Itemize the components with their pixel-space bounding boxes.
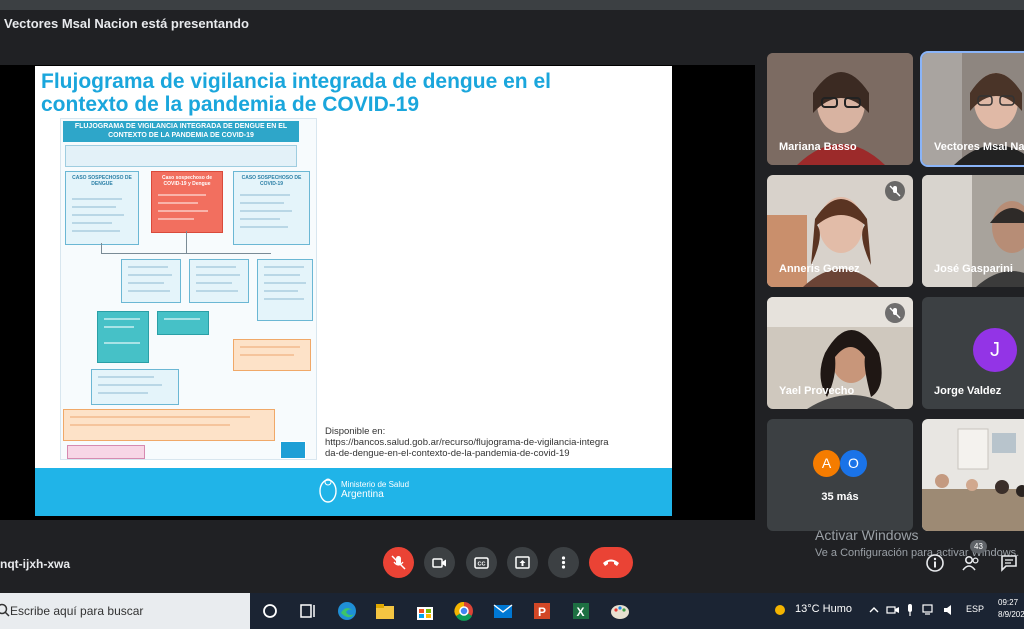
box-aislamiento [233,339,311,371]
argentina-logo [280,441,306,459]
call-end-icon [603,559,619,566]
avatar: O [840,450,867,477]
participants-count-badge: 43 [970,540,987,553]
cortana-icon[interactable] [258,599,282,623]
present-to-all-icon [515,556,530,569]
participant-tile-active[interactable]: Vectores Msal Nacion [920,51,1024,167]
participant-name: José Gasparini [934,263,1013,275]
file-explorer-icon[interactable] [373,599,397,623]
box-caso-covid: CASO SOSPECHOSO DE COVID-19 [233,171,310,245]
availability-note: Disponible en: https://bancos.salud.gob.… [325,426,609,459]
participant-tile[interactable]: J Jorge Valdez [922,297,1024,409]
task-view-icon[interactable] [296,599,320,623]
box-caso-covid-dengue: Caso sospechoso de COVID-19 y Dengue [151,171,223,233]
participant-tile[interactable]: Mariana Basso [767,53,913,165]
mic-off-icon [885,181,905,201]
taskbar-search-box[interactable]: Escribe aquí para buscar [0,593,250,629]
videocam-icon [432,558,446,568]
presenting-banner: Vectores Msal Nacion está presentando [0,10,1024,38]
powerpoint-icon[interactable]: P [530,599,554,623]
participant-tile[interactable] [922,419,1024,531]
participant-name: Yael Provecho [779,385,855,397]
svg-text:X: X [577,605,585,619]
leave-call-button[interactable] [589,547,633,578]
meet-now-icon[interactable] [886,604,900,616]
more-participants-tile[interactable]: A O 35 más [767,419,913,531]
box-imposibilidad [189,259,249,303]
chevron-up-icon[interactable] [868,604,880,616]
info-icon[interactable] [925,553,945,573]
more-options-button[interactable] [548,547,579,578]
box-caso-dengue: CASO SOSPECHOSO DE DENGUE [65,171,139,245]
participant-name: Jorge Valdez [934,385,1002,397]
excel-icon[interactable]: X [569,599,593,623]
participant-tile[interactable]: Yael Provecho [767,297,913,409]
meeting-code: nqt-ijxh-xwa [0,557,71,571]
activate-windows-title: Activar Windows [815,527,919,543]
taskbar-search-placeholder: Escribe aquí para buscar [10,604,144,618]
box-estudiar-tos [257,259,313,321]
window-top-strip [0,0,1024,10]
language-indicator[interactable]: ESP [966,604,984,614]
video-feed [922,419,1024,531]
participant-name: Vectores Msal Nacion [934,141,1024,153]
participant-tile[interactable]: Anneris Gomez [767,175,913,287]
more-participants-label: 35 más [821,491,859,503]
chat-icon[interactable] [999,553,1019,573]
box-resultado-positivo [157,311,209,335]
participant-tile[interactable]: José Gasparini [922,175,1024,287]
shared-slide: Flujograma de vigilancia integrada de de… [35,66,672,516]
closed-captions-icon: CC [474,557,489,569]
box-posibilidad [121,259,181,303]
avatar: J [973,328,1017,372]
present-screen-button[interactable] [507,547,538,578]
taskbar-clock[interactable]: 09:27 8/9/2021 [998,597,1024,621]
camera-toggle-button[interactable] [424,547,455,578]
svg-text:CC: CC [478,562,486,568]
box-aislar-caso [63,409,275,441]
chrome-icon[interactable] [452,599,476,623]
volume-icon[interactable] [942,603,956,617]
microphone-toggle-button[interactable] [383,547,414,578]
weather-text: 13°C Humo [795,603,852,615]
presenting-text: Vectores Msal Nacion está presentando [4,16,249,31]
microphone-tray-icon[interactable] [905,603,915,617]
store-icon[interactable] [413,599,437,623]
ministry-label: Ministerio de Salud Argentina [341,480,410,500]
paint-icon[interactable] [608,599,632,623]
flowchart-intro [65,145,297,167]
box-resultado-negativo [97,311,149,363]
svg-text:P: P [538,605,546,619]
box-estudiar-laboratorio [91,369,179,405]
activate-windows-subtitle: Ve a Configuración para activar Windows. [815,547,1020,559]
weather-icon [775,605,785,615]
mail-icon[interactable] [491,599,515,623]
mic-off-icon [885,303,905,323]
mic-off-icon [391,555,406,570]
avatar: A [813,450,840,477]
edge-icon[interactable] [335,599,359,623]
network-icon[interactable] [922,604,936,616]
participant-name: Anneris Gomez [779,263,860,275]
flowchart-header: FLUJOGRAMA DE VIGILANCIA INTEGRADA DE DE… [63,121,299,142]
box-signos-alarma [67,445,145,459]
captions-button[interactable]: CC [466,547,497,578]
flowchart-document: FLUJOGRAMA DE VIGILANCIA INTEGRADA DE DE… [60,118,317,460]
participant-name: Mariana Basso [779,141,857,153]
slide-title: Flujograma de vigilancia integrada de de… [41,70,551,116]
more-vert-icon [561,556,566,569]
people-icon[interactable] [961,553,981,573]
search-icon [0,603,10,617]
coat-of-arms-icon [319,478,337,503]
